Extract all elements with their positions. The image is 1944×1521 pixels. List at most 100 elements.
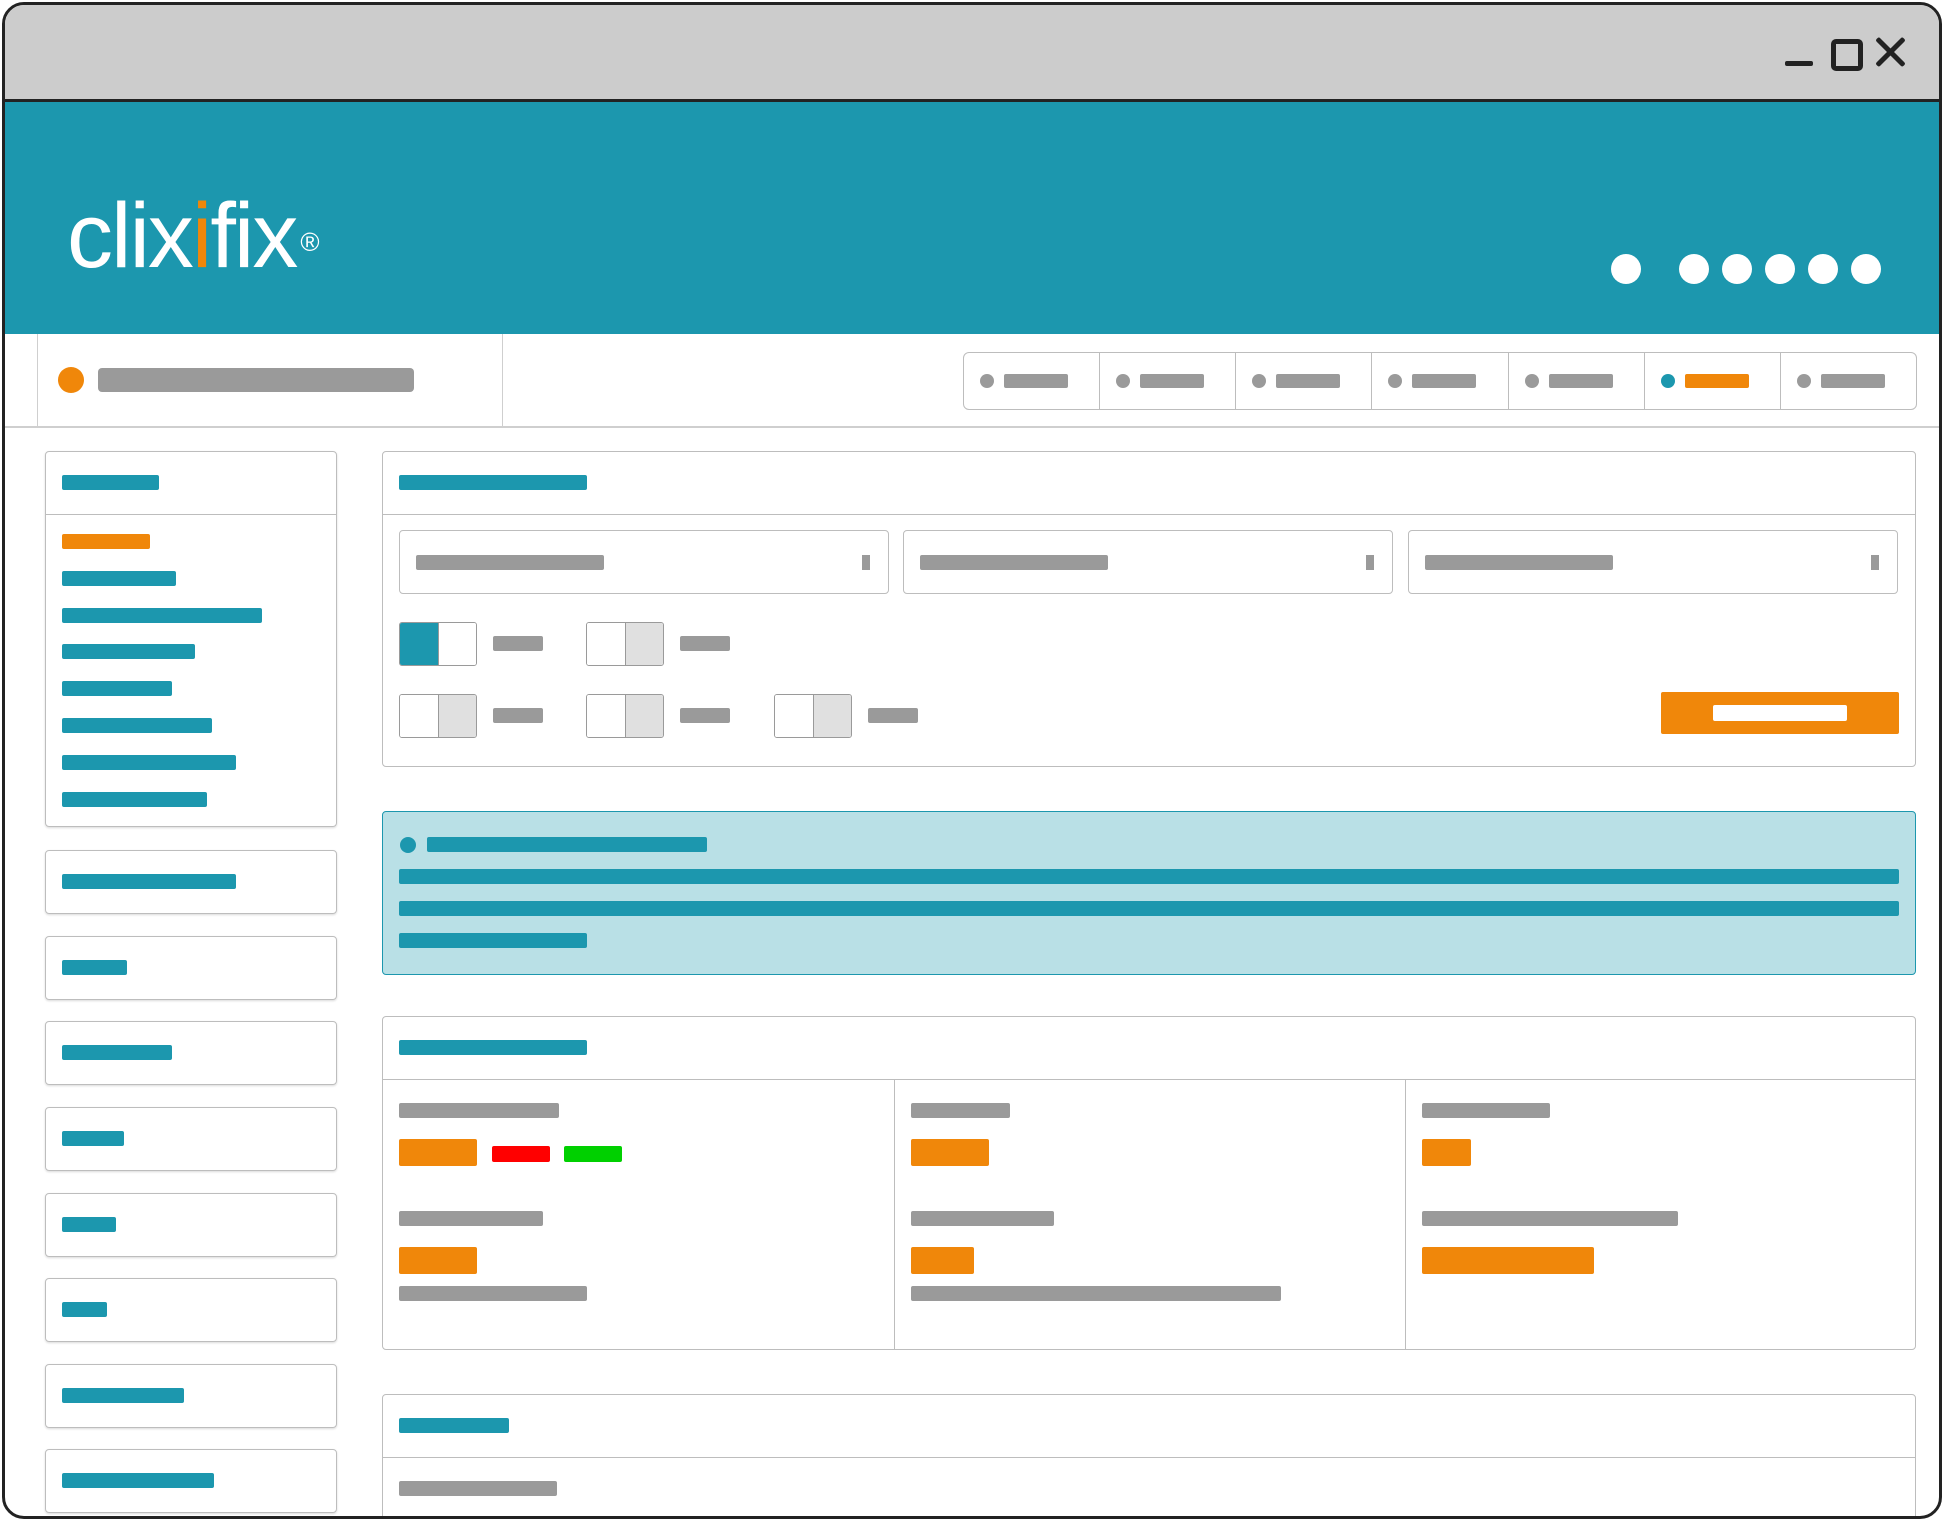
tab-dot-icon (1388, 374, 1403, 388)
sidebar-item-active[interactable] (62, 534, 150, 549)
tab-dot-icon (1252, 374, 1267, 388)
sidebar-section-button[interactable] (45, 1278, 337, 1342)
detail-value-badge (911, 1247, 974, 1274)
option-toggle[interactable] (399, 622, 477, 666)
tab-label-placeholder (1548, 374, 1613, 388)
detail-label-placeholder (399, 1211, 543, 1226)
header-menu-dot[interactable] (1611, 254, 1641, 284)
sidebar-section-label-placeholder (62, 1302, 107, 1317)
close-icon[interactable] (1873, 35, 1907, 69)
panel-heading-placeholder (399, 1040, 587, 1055)
sidebar-item[interactable] (62, 681, 172, 696)
sidebar-section-button[interactable] (45, 850, 337, 914)
lower-panel-header (383, 1395, 1915, 1458)
toggle-knob (625, 695, 663, 737)
sidebar-section-button[interactable] (45, 1364, 337, 1428)
tab-dot-icon (1796, 374, 1811, 388)
detail-value-badge (399, 1247, 477, 1274)
app-header: clixifix ® (5, 102, 1939, 334)
tab-label-placeholder (1412, 374, 1477, 388)
clixifix-logo[interactable]: clixifix ® (67, 190, 320, 282)
toggle-track (438, 623, 476, 665)
tab-item[interactable] (1781, 353, 1916, 409)
sidebar-section-label-placeholder (62, 1131, 124, 1146)
info-text-placeholder (399, 869, 1899, 884)
detail-label-placeholder (1422, 1103, 1550, 1118)
sidebar-section-label-placeholder (62, 1473, 214, 1488)
tab-label-placeholder (1820, 374, 1885, 388)
details-panel-header (383, 1017, 1915, 1080)
filter-input[interactable] (903, 530, 1393, 594)
header-menu-dot[interactable] (1765, 254, 1795, 284)
tab-dot-icon (1116, 374, 1131, 388)
status-indicator (58, 367, 84, 393)
tab-item[interactable] (1236, 353, 1373, 409)
column-divider (894, 1079, 895, 1349)
tab-label-placeholder (1004, 374, 1068, 388)
input-caret-icon (1366, 555, 1374, 570)
header-menu-dot[interactable] (1808, 254, 1838, 284)
header-menu-dot[interactable] (1851, 254, 1881, 284)
sidebar-section-button[interactable] (45, 936, 337, 1000)
tab-dot-icon (980, 374, 994, 388)
filter-input[interactable] (1408, 530, 1898, 594)
sidebar-section-button[interactable] (45, 1107, 337, 1171)
tab-item[interactable] (964, 353, 1101, 409)
page-title-placeholder (98, 368, 414, 392)
title-bar (5, 5, 1939, 102)
minimize-icon[interactable] (1785, 61, 1813, 66)
filter-input[interactable] (399, 530, 889, 594)
detail-label-placeholder (399, 1103, 559, 1118)
toggle-knob (625, 623, 663, 665)
sidebar-item[interactable] (62, 755, 236, 770)
panel-heading-placeholder (399, 1418, 509, 1433)
filter-panel-header (383, 452, 1915, 515)
tab-item[interactable] (1100, 353, 1237, 409)
lower-panel (382, 1394, 1916, 1516)
sidebar-section-button[interactable] (45, 1449, 337, 1513)
sidebar-section-label-placeholder (62, 1045, 172, 1060)
toolbar-divider (37, 334, 38, 426)
detail-label-placeholder (1422, 1211, 1678, 1226)
sidebar-item[interactable] (62, 718, 212, 733)
sidebar-section-label-placeholder (62, 960, 127, 975)
sidebar-section-label-placeholder (62, 1388, 184, 1403)
toolbar-divider (502, 334, 503, 426)
sidebar-section-button[interactable] (45, 1193, 337, 1257)
info-icon (400, 837, 416, 853)
toggle-track (587, 695, 625, 737)
toggle-knob (813, 695, 851, 737)
toggle-knob (400, 623, 438, 665)
sidebar-item[interactable] (62, 571, 176, 586)
tab-dot-icon (1524, 374, 1539, 388)
input-placeholder (416, 555, 604, 570)
detail-value-badge (911, 1139, 989, 1166)
toggle-label-placeholder (493, 636, 543, 651)
sidebar-item[interactable] (62, 608, 262, 623)
tab-item[interactable] (1372, 353, 1509, 409)
toggle-label-placeholder (493, 708, 543, 723)
option-toggle[interactable] (399, 694, 477, 738)
maximize-icon[interactable] (1831, 39, 1863, 71)
input-placeholder (1425, 555, 1613, 570)
info-notice (382, 811, 1916, 975)
option-toggle[interactable] (586, 694, 664, 738)
sidebar-item[interactable] (62, 792, 207, 807)
input-caret-icon (1871, 555, 1879, 570)
header-menu-dot[interactable] (1679, 254, 1709, 284)
tab-item-active[interactable] (1645, 353, 1781, 409)
tab-label-placeholder (1684, 374, 1749, 388)
toggle-knob (438, 695, 476, 737)
tab-item[interactable] (1509, 353, 1645, 409)
option-toggle[interactable] (774, 694, 852, 738)
sidebar-section-button[interactable] (45, 1021, 337, 1085)
filter-panel (382, 451, 1916, 767)
toggle-track (775, 695, 813, 737)
sidebar-item[interactable] (62, 644, 195, 659)
option-toggle[interactable] (586, 622, 664, 666)
header-menu-dot[interactable] (1722, 254, 1752, 284)
app-window: clixifix ® (2, 2, 1942, 1519)
search-button[interactable] (1661, 692, 1899, 734)
tab-bar (963, 352, 1917, 410)
detail-value-badge (1422, 1139, 1471, 1166)
